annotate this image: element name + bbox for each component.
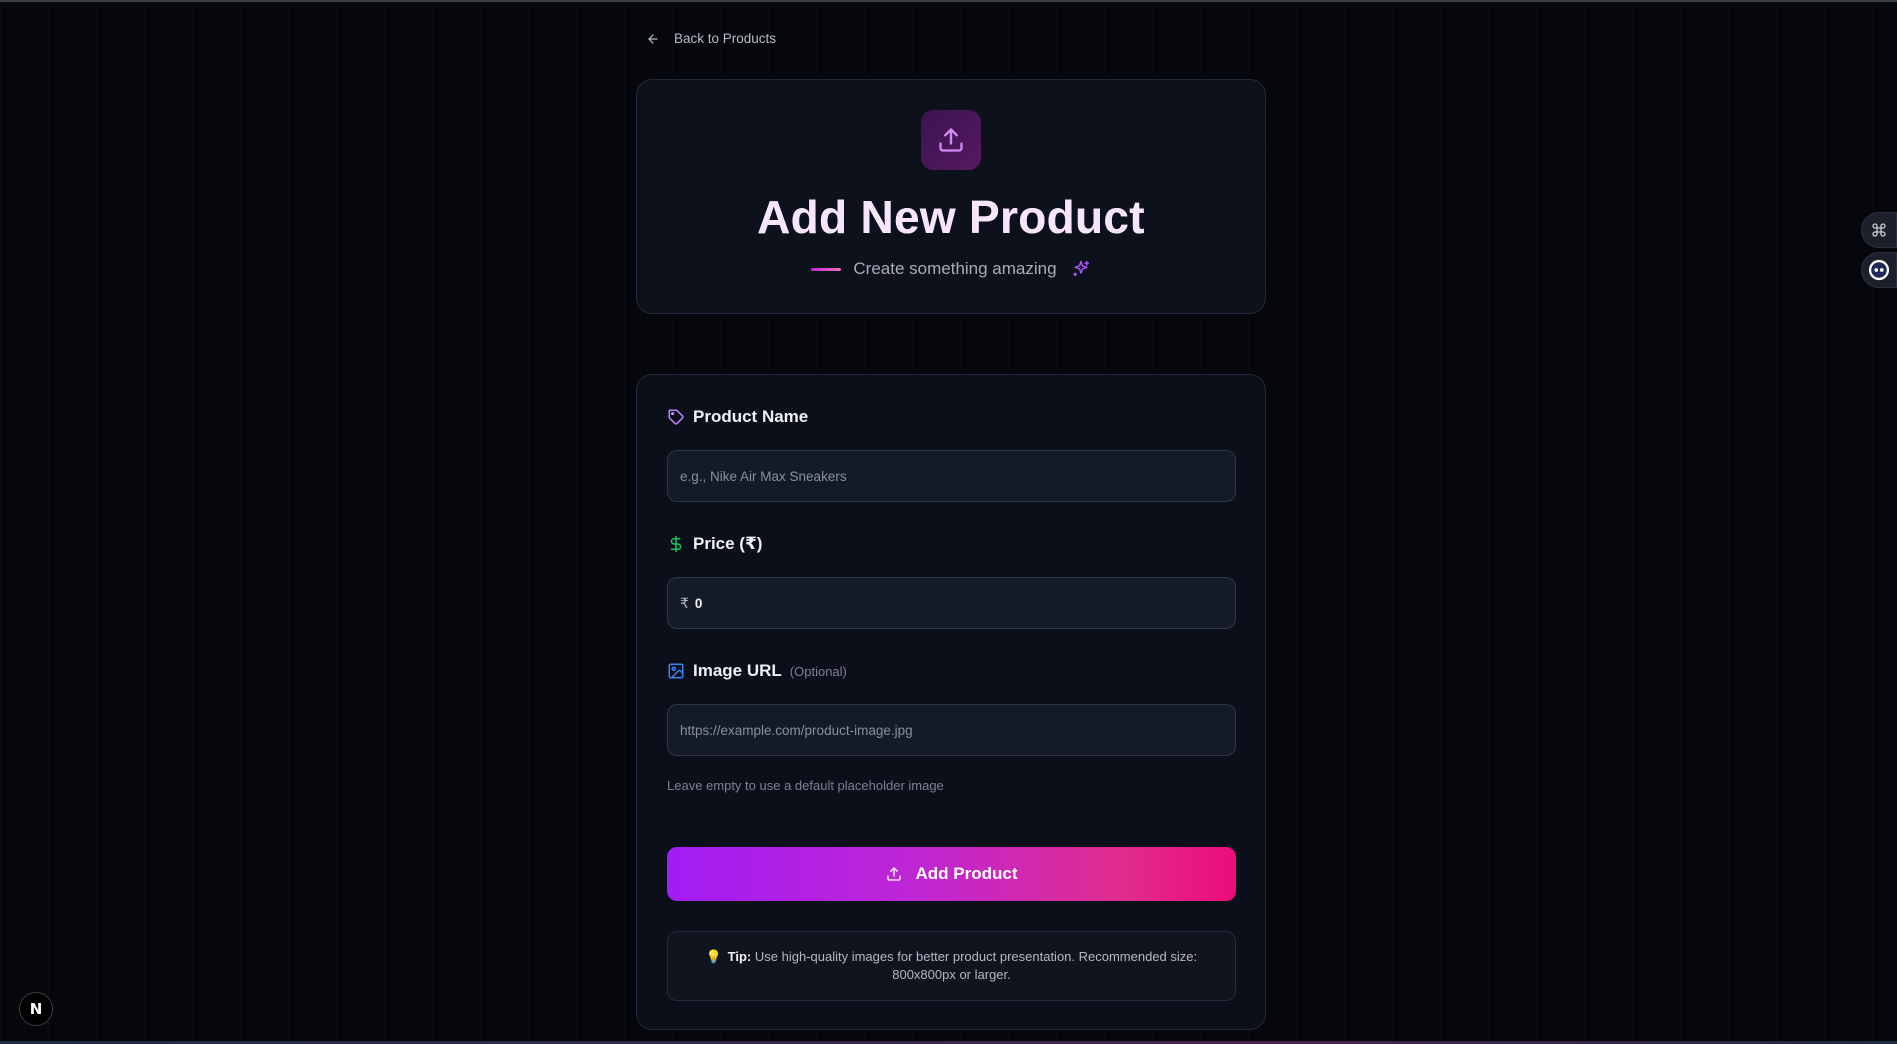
upload-icon: [939, 128, 963, 152]
product-name-input[interactable]: [680, 468, 1223, 484]
header-card: Add New Product Create something amazing: [636, 79, 1266, 314]
product-name-field[interactable]: [667, 450, 1236, 502]
subtitle-accent-bar: [811, 267, 842, 271]
lightbulb-icon: 💡: [705, 949, 723, 964]
tip-box: 💡 Tip: Use high-quality images for bette…: [667, 931, 1236, 1001]
subtitle-row: Create something amazing: [637, 259, 1265, 279]
price-field[interactable]: ₹: [667, 577, 1236, 629]
tip-content: 💡 Tip: Use high-quality images for bette…: [704, 948, 1199, 984]
price-label: Price (₹): [667, 534, 762, 554]
page-subtitle: Create something amazing: [853, 259, 1057, 278]
product-name-label: Product Name: [667, 407, 808, 427]
image-url-hint: Leave empty to use a default placeholder…: [667, 778, 944, 793]
assistant-avatar-icon: [1868, 259, 1890, 281]
price-label-text: Price (₹): [693, 534, 763, 553]
dollar-icon: [670, 535, 682, 553]
add-product-button[interactable]: Add Product: [667, 847, 1236, 901]
image-icon: [668, 663, 684, 679]
image-url-label: Image URL (Optional): [667, 661, 847, 681]
nextjs-dev-badge[interactable]: N: [19, 992, 53, 1026]
tag-icon: [668, 409, 684, 425]
upload-badge: [921, 110, 981, 170]
back-to-products-link[interactable]: Back to Products: [646, 31, 776, 46]
command-menu-button[interactable]: [1861, 212, 1897, 248]
image-url-field[interactable]: [667, 704, 1236, 756]
image-url-label-text: Image URL: [693, 661, 782, 680]
tip-text: Use high-quality images for better produ…: [754, 949, 1198, 982]
back-link-label: Back to Products: [674, 31, 777, 46]
add-product-button-label: Add Product: [915, 864, 1018, 883]
product-name-label-text: Product Name: [693, 407, 809, 426]
rupee-prefix: ₹: [680, 594, 689, 611]
optional-tag: (Optional): [789, 663, 847, 679]
arrow-left-icon: [648, 33, 658, 44]
image-url-input[interactable]: [680, 722, 1223, 738]
upload-icon: [886, 867, 901, 881]
sparkles-icon: [1072, 260, 1089, 277]
assistant-button[interactable]: [1861, 252, 1897, 288]
add-product-form: Product Name Price (₹) ₹ Image URL (Opti…: [636, 374, 1266, 1030]
command-icon: [1872, 223, 1886, 237]
price-input[interactable]: [694, 595, 1223, 611]
page-title: Add New Product: [637, 190, 1265, 244]
tip-title: Tip:: [727, 949, 752, 964]
